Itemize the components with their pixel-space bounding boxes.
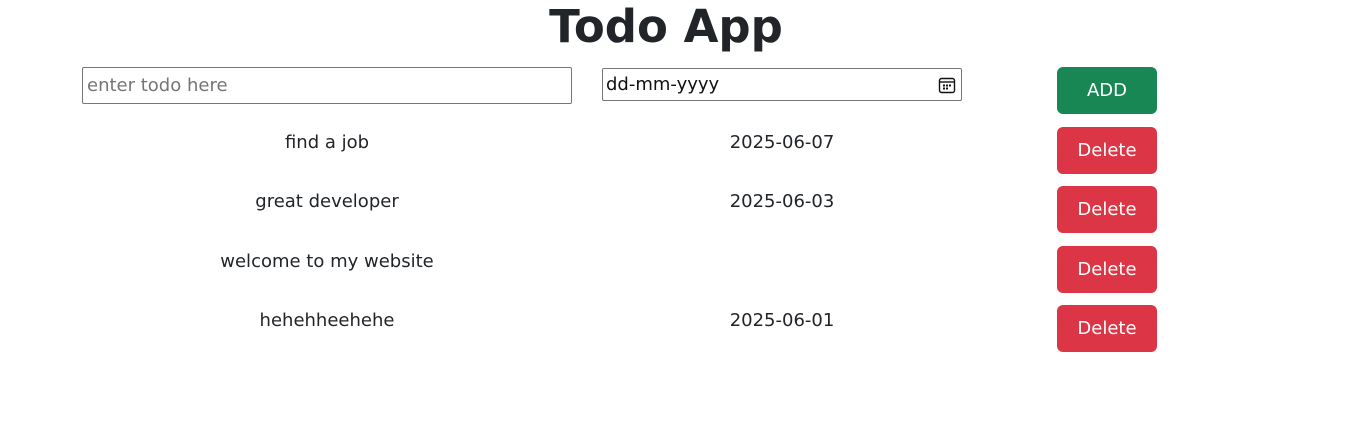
delete-button[interactable]: Delete: [1057, 305, 1157, 352]
delete-button[interactable]: Delete: [1057, 186, 1157, 233]
todo-name-input[interactable]: [82, 67, 572, 104]
todo-item-name: great developer: [255, 191, 399, 212]
todo-item-date: 2025-06-03: [729, 191, 835, 212]
todo-item-date: 2025-06-07: [729, 132, 835, 153]
delete-button[interactable]: Delete: [1057, 127, 1157, 174]
todo-item-date: 2025-06-01: [729, 310, 835, 331]
page-title: Todo App: [549, 0, 783, 53]
date-placeholder: dd-mm-yyyy: [606, 74, 720, 95]
todo-item-name: find a job: [284, 132, 370, 153]
todo-app: Todo App dd-mm-yyyy ADD find a job 2025-…: [0, 0, 1360, 432]
todo-item-name: hehehheehehe: [259, 310, 395, 331]
todo-date-input[interactable]: dd-mm-yyyy: [602, 68, 962, 101]
add-button[interactable]: ADD: [1057, 67, 1157, 114]
delete-button[interactable]: Delete: [1057, 246, 1157, 293]
calendar-icon[interactable]: [937, 75, 957, 95]
todo-item-name: welcome to my website: [220, 251, 434, 272]
